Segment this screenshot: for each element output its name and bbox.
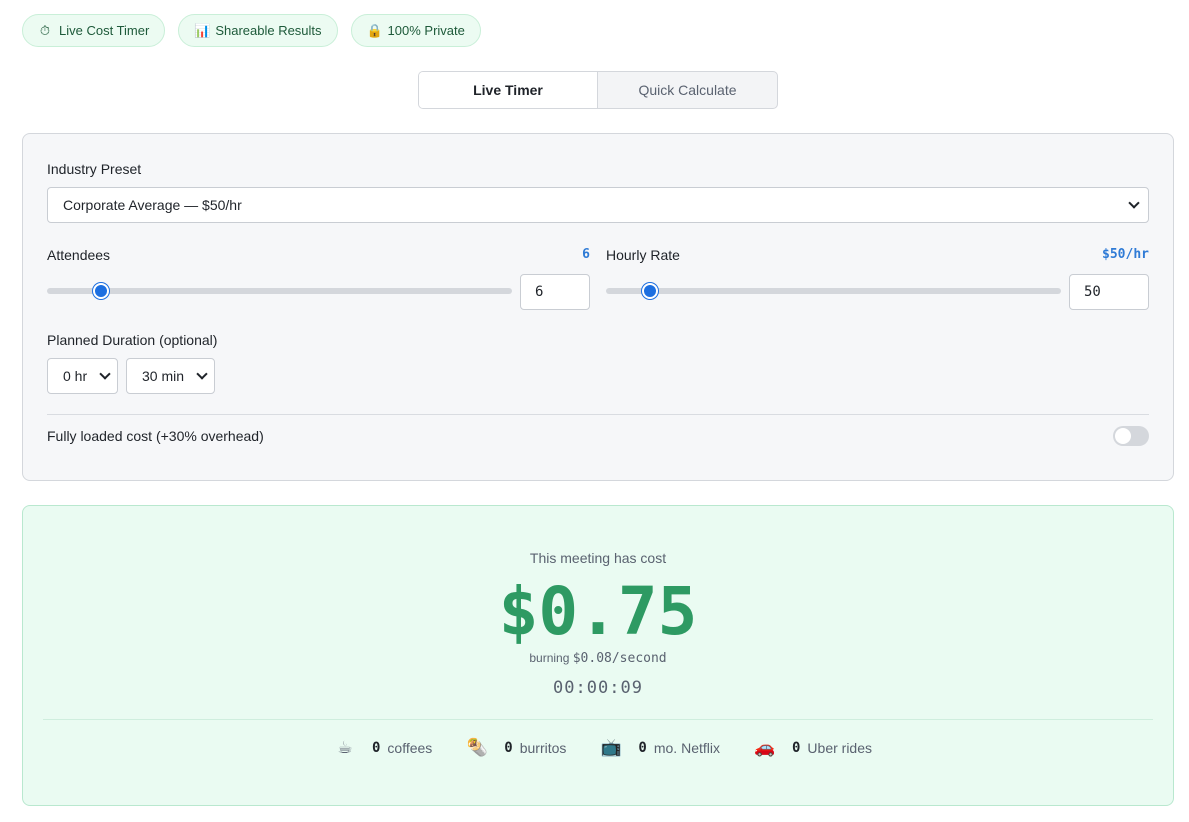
equivalent-label: mo. Netflix: [653, 740, 720, 756]
burrito-icon: 🌯: [466, 738, 488, 757]
cost-equivalents: ☕ 0 coffees 🌯 0 burritos 📺 0 mo. Netflix…: [23, 738, 1173, 758]
tab-live-timer[interactable]: Live Timer: [419, 72, 598, 108]
feature-badges: ⏱ Live Cost Timer 📊 Shareable Results 🔒 …: [22, 14, 481, 47]
car-icon: 🚗: [754, 738, 776, 757]
equivalent-label: coffees: [387, 740, 433, 756]
mode-tabs: Live Timer Quick Calculate: [418, 71, 778, 109]
result-divider: [43, 719, 1153, 720]
chevron-down-icon: [1128, 197, 1140, 209]
preset-value: Corporate Average — $50/hr: [63, 197, 242, 213]
badge-label: Live Cost Timer: [59, 23, 150, 38]
burn-rate-value: $0.08/second: [572, 651, 667, 666]
equivalent-netflix: 📺 0 mo. Netflix: [590, 738, 720, 758]
badge-label: 100% Private: [387, 23, 465, 38]
cost-result-panel: This meeting has cost $0.75 burning $0.0…: [22, 505, 1174, 806]
slider-track: [47, 288, 512, 294]
duration-label: Planned Duration (optional): [47, 332, 218, 348]
hourly-rate-value-display: $50/hr: [1102, 247, 1149, 262]
slider-track: [606, 288, 1061, 294]
equivalent-count: 0: [504, 740, 513, 756]
hourly-rate-slider[interactable]: [606, 281, 1061, 301]
duration-hours-select[interactable]: 0 hr: [47, 358, 118, 394]
meeting-cost: $0.75: [498, 573, 698, 650]
hourly-rate-input[interactable]: 50: [1069, 274, 1149, 310]
equivalent-label: burritos: [519, 740, 567, 756]
tv-icon: 📺: [600, 738, 622, 757]
equivalent-coffees: ☕ 0 coffees: [324, 738, 432, 758]
attendees-value-display: 6: [582, 247, 590, 262]
preset-label: Industry Preset: [47, 161, 142, 177]
bar-chart-icon: 📊: [194, 22, 211, 38]
toggle-knob: [1115, 428, 1131, 444]
equivalent-count: 0: [371, 740, 381, 756]
equivalent-count: 0: [638, 740, 647, 756]
badge-live-cost-timer: ⏱ Live Cost Timer: [22, 14, 166, 47]
equivalent-uber: 🚗 0 Uber rides: [744, 738, 872, 758]
attendees-input[interactable]: 6: [520, 274, 590, 310]
equivalent-burritos: 🌯 0 burritos: [456, 738, 567, 758]
tab-quick-calculate[interactable]: Quick Calculate: [598, 72, 777, 108]
burn-prefix: burning: [529, 651, 570, 665]
attendees-label: Attendees: [47, 247, 111, 263]
badge-shareable-results: 📊 Shareable Results: [178, 14, 338, 47]
chevron-down-icon: [196, 368, 208, 380]
section-divider: [47, 414, 1149, 415]
cost-intro: This meeting has cost: [529, 550, 667, 566]
duration-hours-value: 0 hr: [63, 368, 88, 384]
duration-minutes-select[interactable]: 30 min: [126, 358, 215, 394]
settings-panel: Industry Preset Corporate Average — $50/…: [22, 133, 1174, 481]
badge-label: Shareable Results: [215, 23, 322, 38]
badge-private: 🔒 100% Private: [350, 14, 481, 47]
elapsed-time: 00:00:09: [553, 678, 643, 698]
lock-icon: 🔒: [366, 22, 383, 38]
chevron-down-icon: [99, 368, 111, 380]
coffee-icon: ☕: [337, 738, 353, 757]
industry-preset-select[interactable]: Corporate Average — $50/hr: [47, 187, 1149, 223]
hourly-rate-label: Hourly Rate: [606, 247, 680, 263]
stopwatch-icon: ⏱: [39, 22, 51, 38]
burn-rate: burning $0.08/second: [23, 651, 1173, 666]
attendees-slider[interactable]: [47, 281, 512, 301]
equivalent-count: 0: [791, 740, 801, 756]
duration-minutes-value: 30 min: [142, 368, 185, 384]
equivalent-label: Uber rides: [807, 740, 873, 756]
slider-thumb[interactable]: [641, 283, 658, 299]
slider-thumb[interactable]: [92, 283, 109, 299]
overhead-toggle[interactable]: [1113, 426, 1149, 446]
overhead-label: Fully loaded cost (+30% overhead): [47, 428, 264, 444]
